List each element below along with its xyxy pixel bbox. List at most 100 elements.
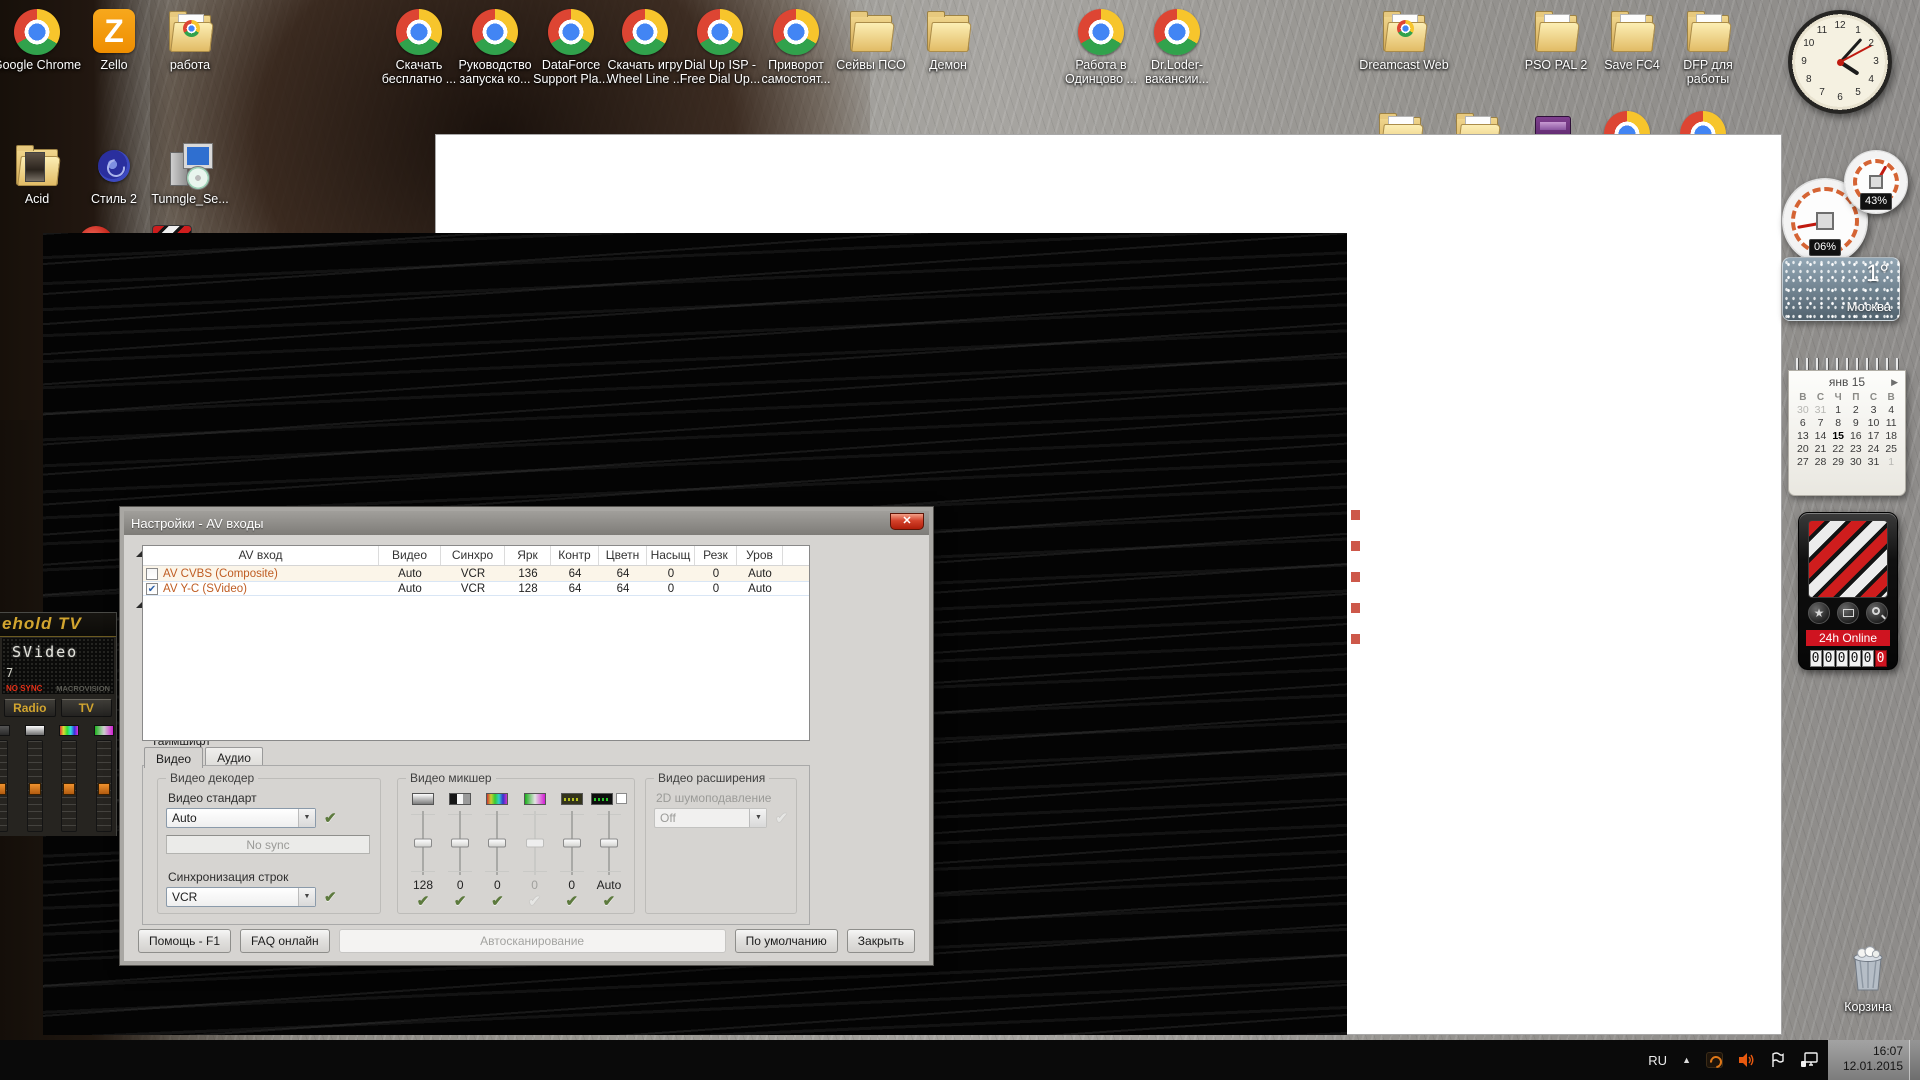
checkbox[interactable]: ✔ — [146, 583, 158, 595]
calendar-day[interactable]: 18 — [1882, 430, 1900, 442]
slider-thumb[interactable] — [451, 839, 469, 848]
calendar-day[interactable]: 8 — [1829, 417, 1847, 429]
calendar-day[interactable]: 22 — [1829, 443, 1847, 455]
calendar-day[interactable]: 9 — [1847, 417, 1865, 429]
action-center-flag-icon[interactable] — [1770, 1052, 1785, 1068]
slider-thumb[interactable] — [600, 839, 618, 848]
hue-slider[interactable] — [61, 740, 77, 832]
calendar-day[interactable]: 31 — [1812, 404, 1830, 416]
button-по-умолчанию[interactable]: По умолчанию — [735, 929, 838, 953]
column-header[interactable]: Ярк — [505, 546, 551, 565]
slider-thumb[interactable] — [414, 839, 432, 848]
table-row[interactable]: ✔AV Y-C (SVideo)AutoVCR128646400Auto — [143, 581, 809, 596]
agc-slider[interactable] — [594, 811, 624, 875]
weather-gadget[interactable]: 1° Москва — [1782, 257, 1900, 321]
chevron-down-icon[interactable]: ▼ — [298, 809, 315, 827]
column-header[interactable]: Синхро — [441, 546, 505, 565]
volume-icon[interactable] — [1738, 1052, 1755, 1068]
calendar-day[interactable]: 13 — [1794, 430, 1812, 442]
button-закрыть[interactable]: Закрыть — [847, 929, 915, 953]
calendar-day[interactable]: 16 — [1847, 430, 1865, 442]
star-icon[interactable]: ★ — [1808, 602, 1830, 624]
cpu-meter-gadget[interactable]: 06% 43% — [1782, 150, 1912, 270]
calendar-day[interactable]: 1 — [1829, 404, 1847, 416]
calendar-gadget[interactable]: янв 15 ▶ ВСЧПСВ3031123467891011131415161… — [1788, 358, 1906, 496]
clock-gadget[interactable]: 121234567891011 — [1788, 10, 1892, 114]
checkbox[interactable] — [146, 568, 158, 580]
calendar-day[interactable]: 3 — [1865, 404, 1883, 416]
taskbar[interactable]: RU ▲ 16:07 12.01.2015 — [0, 1040, 1920, 1080]
calendar-day[interactable]: 1 — [1882, 456, 1900, 468]
line-sync-select[interactable]: VCR ▼ — [166, 887, 316, 907]
column-header[interactable]: Резк — [695, 546, 737, 565]
saturation-slider[interactable] — [520, 811, 550, 875]
slider-thumb[interactable] — [563, 839, 581, 848]
hue-slider[interactable] — [482, 811, 512, 875]
calendar-day[interactable]: 29 — [1829, 456, 1847, 468]
contrast-slider[interactable] — [27, 740, 43, 832]
calendar-day[interactable]: 6 — [1794, 417, 1812, 429]
brightness-slider[interactable] — [408, 811, 438, 875]
radio-button[interactable]: Radio — [4, 699, 56, 717]
calendar-day[interactable]: 2 — [1847, 404, 1865, 416]
volume-slider[interactable] — [0, 740, 8, 832]
network-icon[interactable] — [1800, 1052, 1820, 1068]
calendar-day[interactable]: 30 — [1794, 404, 1812, 416]
column-header[interactable]: Насыщ — [647, 546, 695, 565]
slider-thumb[interactable] — [488, 839, 506, 848]
tv-button[interactable]: TV — [61, 699, 113, 717]
desktop-icon[interactable]: DFP для работы — [1663, 8, 1753, 86]
calendar-day[interactable]: 28 — [1812, 456, 1830, 468]
saturation-slider[interactable] — [96, 740, 112, 832]
calendar-day[interactable]: 21 — [1812, 443, 1830, 455]
desktop-icon[interactable]: работа — [145, 8, 235, 72]
calendar-next-icon[interactable]: ▶ — [1891, 377, 1898, 388]
desktop-icon[interactable]: Tunngle_Se... — [145, 142, 235, 206]
calendar-day[interactable]: 20 — [1794, 443, 1812, 455]
table-row[interactable]: AV CVBS (Composite)AutoVCR136646400Auto — [143, 566, 809, 581]
slider-thumb[interactable] — [526, 839, 544, 848]
desktop-icon[interactable]: Dreamcast Web — [1359, 8, 1449, 72]
calendar-day[interactable]: 17 — [1865, 430, 1883, 442]
column-header[interactable]: Контр — [551, 546, 599, 565]
calendar-day[interactable]: 11 — [1882, 417, 1900, 429]
search-icon[interactable] — [1866, 602, 1888, 624]
column-header[interactable]: Видео — [379, 546, 441, 565]
desktop-icon[interactable]: Dr.Loder- вакансии... — [1132, 8, 1222, 86]
tray-app-icon[interactable] — [1706, 1052, 1723, 1068]
column-header[interactable]: Уров — [737, 546, 783, 565]
calendar-day[interactable]: 23 — [1847, 443, 1865, 455]
video-standard-select[interactable]: Auto ▼ — [166, 808, 316, 828]
noise-reduction-select[interactable]: Off ▼ — [654, 808, 767, 828]
button-faq-онлайн[interactable]: FAQ онлайн — [240, 929, 330, 953]
calendar-day[interactable]: 30 — [1847, 456, 1865, 468]
desktop-icon[interactable]: Демон — [903, 8, 993, 72]
button-помощь-f1[interactable]: Помощь - F1 — [138, 929, 231, 953]
visit-counter-gadget[interactable]: ★ 24h Online 000000 — [1798, 512, 1898, 670]
calendar-day[interactable]: 31 — [1865, 456, 1883, 468]
behold-tv-panel[interactable]: ehold TV SVideo 7 NO SYNC MACROVISION Ra… — [0, 612, 117, 836]
calendar-day[interactable]: 24 — [1865, 443, 1883, 455]
sharpness-slider[interactable] — [557, 811, 587, 875]
show-desktop-button[interactable] — [1909, 1040, 1920, 1080]
taskbar-clock-area[interactable]: 16:07 12.01.2015 — [1828, 1040, 1920, 1080]
contrast-slider[interactable] — [445, 811, 475, 875]
calendar-day[interactable]: 4 — [1882, 404, 1900, 416]
calendar-day[interactable]: 15 — [1829, 430, 1847, 442]
calendar-day[interactable]: 14 — [1812, 430, 1830, 442]
calendar-day[interactable]: 27 — [1794, 456, 1812, 468]
dialog-titlebar[interactable]: Настройки - AV входы — [124, 511, 929, 535]
calendar-day[interactable]: 10 — [1865, 417, 1883, 429]
close-icon[interactable]: ✕ — [890, 513, 924, 530]
tray-expand-icon[interactable]: ▲ — [1682, 1055, 1691, 1065]
agc-checkbox[interactable] — [616, 793, 627, 804]
column-header[interactable]: Цветн — [599, 546, 647, 565]
column-header[interactable]: AV вход — [143, 546, 379, 565]
calendar-day[interactable]: 25 — [1882, 443, 1900, 455]
image-icon[interactable] — [1837, 602, 1859, 624]
calendar-day[interactable]: 7 — [1812, 417, 1830, 429]
button-автосканирование[interactable]: Автосканирование — [339, 929, 726, 953]
recycle-bin[interactable]: Корзина — [1832, 944, 1904, 1014]
chevron-down-icon[interactable]: ▼ — [298, 888, 315, 906]
tab-video[interactable]: Видео — [144, 747, 203, 768]
